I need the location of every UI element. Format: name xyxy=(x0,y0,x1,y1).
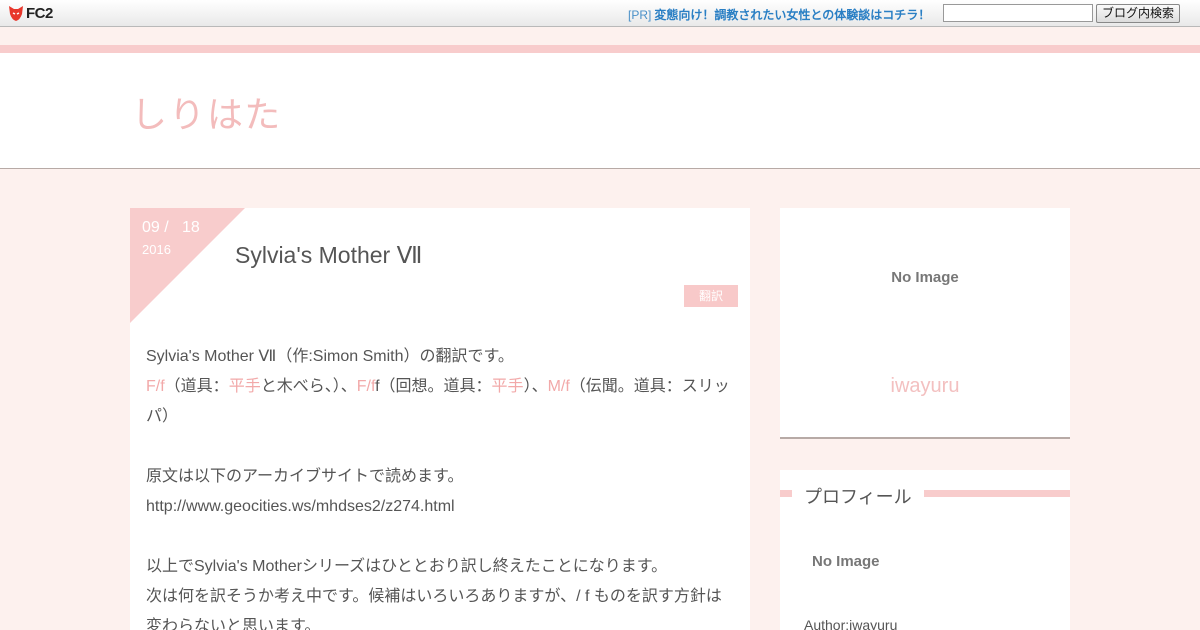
entry-line-intro: Sylvia's Mother Ⅶ（作:Simon Smith）の翻訳です。 xyxy=(146,348,514,365)
entry-line-done: 以上でSylvia's Motherシリーズはひととおり訳し終えたことになります… xyxy=(146,558,668,575)
blog-search-input[interactable] xyxy=(943,4,1093,22)
blog-header: しりはた xyxy=(0,53,1200,169)
pr-ad-link[interactable]: [PR] 変態向け！調教されたい女性との体験談はコチラ！ xyxy=(628,6,930,23)
entry-line-archive: 原文は以下のアーカイブサイトで読めます。 xyxy=(146,468,464,485)
entry-line-url: http://www.geocities.ws/mhdses2/z274.htm… xyxy=(146,498,455,515)
sidebar-profile: プロフィール No Image Author:iwayuru xyxy=(780,470,1070,630)
tag-link-ff-2[interactable]: F/f xyxy=(357,378,375,395)
entry-body: Sylvia's Mother Ⅶ（作:Simon Smith）の翻訳です。 F… xyxy=(146,342,736,630)
entry-date-year: 2016 xyxy=(142,242,171,257)
entry-title[interactable]: Sylvia's Mother Ⅶ xyxy=(235,242,422,269)
tag-link-ff[interactable]: F/f xyxy=(146,378,165,395)
profile-heading-rule-left xyxy=(780,490,792,497)
profile-author-line: Author:iwayuru xyxy=(804,617,898,630)
entry-blank-line xyxy=(146,522,736,552)
blog-search-button[interactable]: ブログ内検索 xyxy=(1096,4,1180,23)
pr-tag: [PR] xyxy=(628,8,652,22)
entry-article: 09 / 18 2016 Sylvia's Mother Ⅶ 翻訳 Sylvia… xyxy=(130,208,750,630)
entry-line-next: 次は何を訳そうか考え中です。候補はいろいろありますが、/ f ものを訳す方針は変… xyxy=(146,588,722,630)
entry-text-seg4: ）、 xyxy=(523,378,548,395)
fc2-toolbar: FC2 [PR] 変態向け！調教されたい女性との体験談はコチラ！ ブログ内検索 xyxy=(0,0,1200,27)
fc2-fox-icon xyxy=(9,5,23,21)
entry-text-seg2: と木べら、）、 xyxy=(260,378,357,395)
profile-noimage: No Image xyxy=(812,553,880,570)
profile-heading: プロフィール xyxy=(804,487,912,508)
author-name[interactable]: iwayuru xyxy=(780,375,1070,398)
pr-text[interactable]: 変態向け！調教されたい女性との体験談はコチラ！ xyxy=(654,8,930,22)
category-badge[interactable]: 翻訳 xyxy=(684,285,738,307)
entry-line-tags: F/f（道具：平手と木べら、）、F/ff（回想。道具：平手）、M/f（伝聞。道具… xyxy=(146,372,736,432)
fc2-logo-text: FC2 xyxy=(26,4,53,22)
profile-heading-rule-right xyxy=(924,490,1070,497)
header-accent-strip xyxy=(0,45,1200,53)
sidebar-author-card: No Image iwayuru xyxy=(780,208,1070,439)
tag-link-hirate[interactable]: 平手 xyxy=(229,378,261,395)
entry-text-seg1: （道具： xyxy=(164,378,229,395)
entry-blank-line xyxy=(146,432,736,462)
author-noimage: No Image xyxy=(891,269,959,286)
blog-title[interactable]: しりはた xyxy=(131,86,282,138)
tag-link-mf[interactable]: M/f xyxy=(548,378,570,395)
entry-date-month-day: 09 / 18 xyxy=(142,219,200,236)
tag-link-hirate-2[interactable]: 平手 xyxy=(492,378,524,395)
fc2-logo[interactable]: FC2 xyxy=(8,4,53,22)
entry-text-seg3: f（回想。道具： xyxy=(375,378,492,395)
